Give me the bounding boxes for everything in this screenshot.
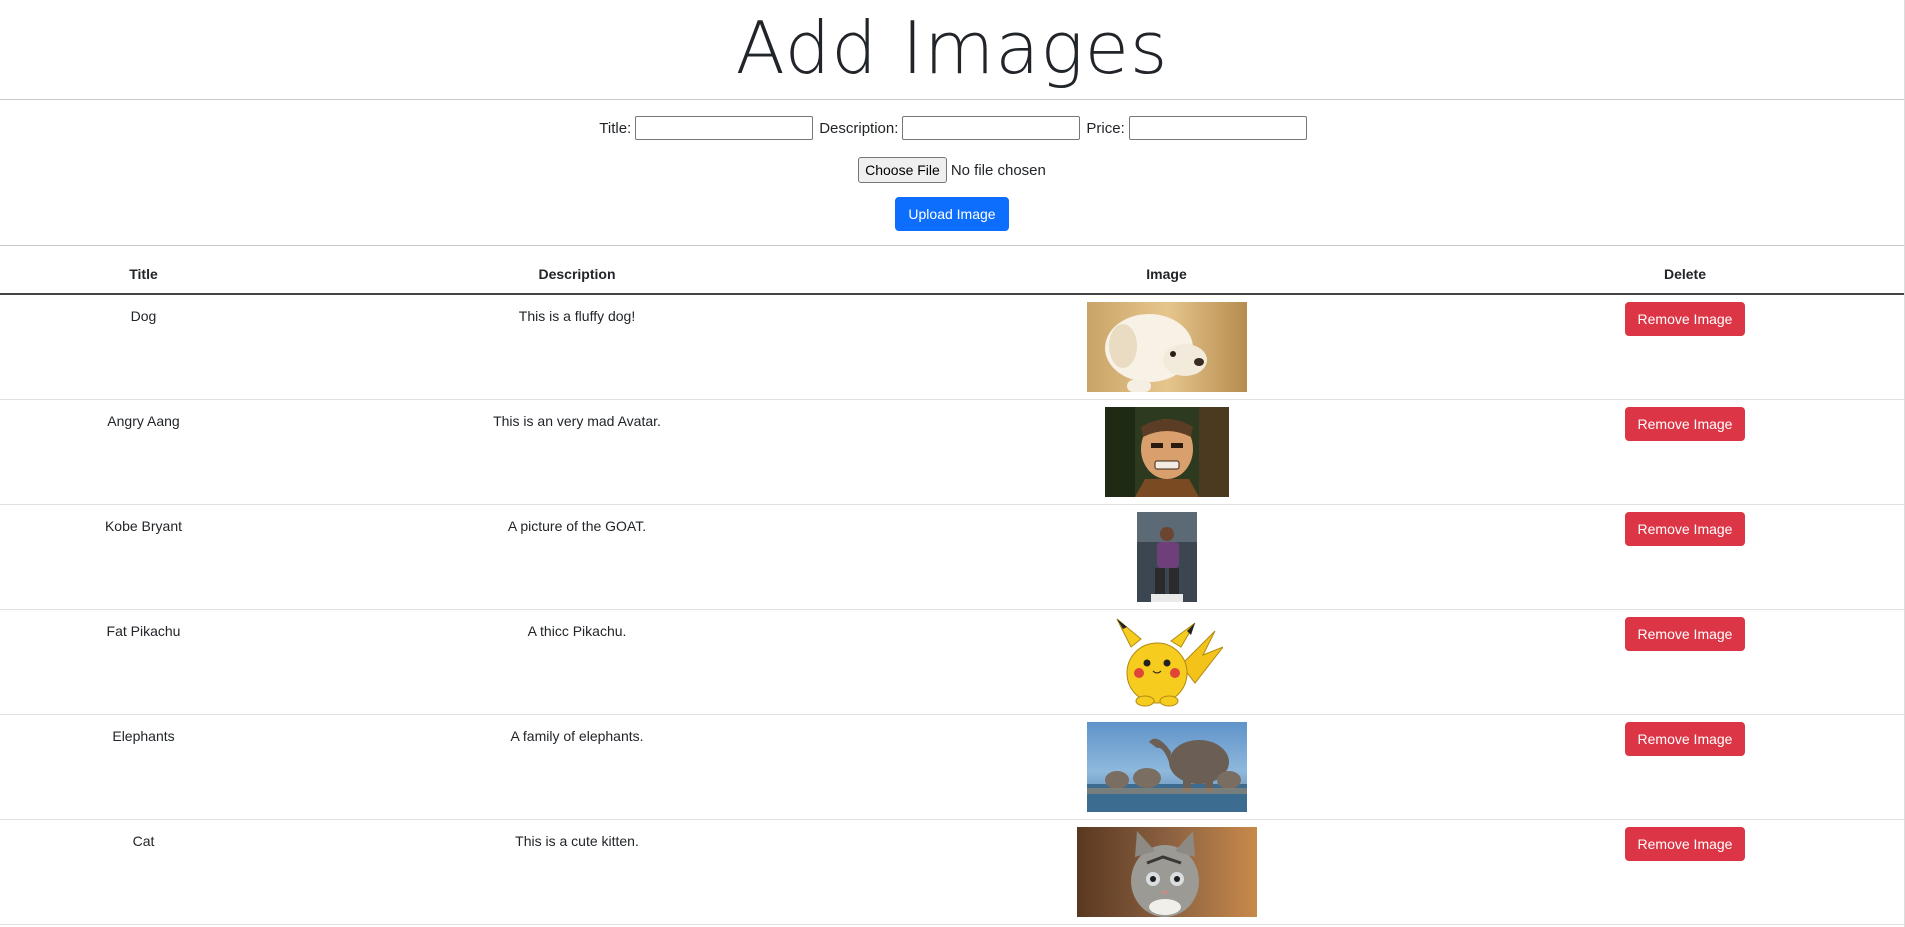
table-row: Elephants A family of elephants. Remove …: [0, 714, 1904, 820]
description-input[interactable]: [902, 116, 1081, 140]
kitten-photo: [1076, 826, 1257, 917]
upload-form: Title: Description: Price: Choose File N…: [0, 100, 1904, 245]
file-picker: Choose File No file chosen: [0, 157, 1904, 183]
row-title: Dog: [130, 308, 157, 324]
table-row: Cat This is a cute kitten. Remove Image: [0, 819, 1904, 925]
header-description: Description: [287, 246, 867, 295]
row-title: Elephants: [112, 727, 175, 744]
upload-image-button[interactable]: Upload Image: [895, 197, 1009, 231]
header-title: Title: [0, 246, 287, 295]
page-title: Add Images: [735, 6, 1169, 90]
remove-image-button[interactable]: Remove Image: [1624, 721, 1746, 756]
remove-image-button[interactable]: Remove Image: [1624, 826, 1746, 861]
angry-aang-photo: [1104, 406, 1229, 497]
fat-pikachu-image: [1110, 616, 1223, 707]
row-description: This is a fluffy dog!: [518, 308, 636, 324]
kobe-bryant-photo: [1136, 511, 1197, 602]
title-input[interactable]: [635, 116, 814, 140]
table-row: Kobe Bryant A picture of the GOAT. Remov…: [0, 504, 1904, 610]
upload-row: Upload Image: [0, 197, 1904, 231]
row-title: Cat: [132, 832, 155, 849]
row-title: Kobe Bryant: [104, 517, 183, 534]
price-label: Price:: [1086, 119, 1125, 137]
row-description: A picture of the GOAT.: [507, 517, 647, 534]
remove-image-button[interactable]: Remove Image: [1624, 511, 1746, 546]
row-title: Angry Aang: [107, 412, 180, 429]
row-description: A family of elephants.: [510, 727, 644, 744]
price-input[interactable]: [1128, 116, 1307, 140]
table-row: Fat Pikachu A thicc Pikachu. Remove Imag…: [0, 609, 1904, 715]
fields-row: Title: Description: Price:: [0, 116, 1904, 140]
table-header-row: Title Description Image Delete: [0, 246, 1904, 295]
remove-image-button[interactable]: Remove Image: [1624, 616, 1746, 651]
elephants-photo: [1086, 721, 1247, 812]
table-row: Dog This is a fluffy dog! Remove Image: [0, 294, 1904, 400]
description-label: Description:: [819, 119, 899, 137]
header-delete: Delete: [1466, 246, 1904, 295]
choose-file-button[interactable]: Choose File: [858, 157, 947, 183]
page: Add Images Title: Description: Price: Ch…: [0, 0, 1904, 925]
header-image: Image: [867, 246, 1466, 295]
row-description: This is a cute kitten.: [515, 832, 639, 849]
remove-image-button[interactable]: Remove Image: [1624, 302, 1746, 336]
puppy-photo: [1086, 302, 1247, 392]
table-row: Angry Aang This is an very mad Avatar. R…: [0, 399, 1904, 505]
images-table: Title Description Image Delete Dog This …: [0, 246, 1904, 925]
row-description: This is an very mad Avatar.: [493, 412, 661, 429]
file-status: No file chosen: [950, 161, 1046, 179]
remove-image-button[interactable]: Remove Image: [1624, 406, 1746, 441]
row-title: Fat Pikachu: [106, 622, 181, 639]
title-label: Title:: [599, 119, 632, 137]
row-description: A thicc Pikachu.: [527, 622, 627, 639]
